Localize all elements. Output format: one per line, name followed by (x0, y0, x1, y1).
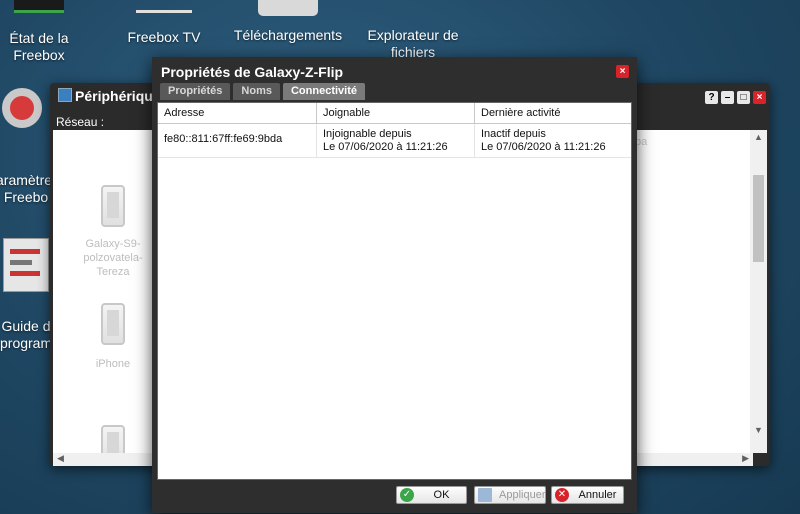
cancel-label: Annuler (578, 489, 617, 501)
reachable-status: Injoignable depuis (323, 128, 412, 140)
tv-icon (136, 0, 192, 13)
minimize-button[interactable]: – (721, 91, 734, 104)
scroll-left-icon[interactable]: ◀ (57, 453, 64, 464)
tab-properties[interactable]: Propriétés (160, 83, 231, 100)
column-header-address[interactable]: Adresse (158, 103, 317, 124)
close-window-button[interactable]: × (753, 91, 766, 104)
network-icon (58, 88, 72, 102)
table-header-row: Adresse Joignable Dernière activité (158, 103, 631, 124)
dialog-footer: ✓ OK Appliquer ✕ Annuler (152, 479, 637, 513)
phone-icon (101, 185, 125, 227)
scrollbar-thumb[interactable] (753, 175, 764, 262)
connectivity-panel: Adresse Joignable Dernière activité fe80… (157, 102, 632, 480)
desktop-icon-label: Explorateur de fichiers (367, 27, 459, 60)
device-item-galaxy-s9[interactable]: Galaxy-S9-polzovatela-Tereza (63, 185, 163, 279)
hard-drive-icon (258, 0, 318, 16)
tab-names[interactable]: Noms (233, 83, 280, 100)
desktop-icon-tv-guide[interactable]: Guide d programm (0, 238, 52, 352)
help-button[interactable]: ? (705, 91, 718, 104)
activity-date: Le 07/06/2020 à 11:21:26 (481, 141, 606, 153)
desktop-icon-label: aramètres Freebo (0, 172, 56, 205)
desktop-icon-freebox-tv[interactable]: Freebox TV (118, 0, 210, 46)
device-name: Galaxy-S9-polzovatela-Tereza (83, 238, 143, 278)
scroll-down-icon[interactable]: ▼ (750, 425, 767, 435)
properties-dialog: Propriétés de Galaxy-Z-Flip × Propriétés… (152, 57, 637, 513)
check-icon: ✓ (400, 488, 414, 502)
dialog-close-button[interactable]: × (616, 65, 629, 78)
cell-reachable: Injoignable depuis Le 07/06/2020 à 11:21… (316, 123, 475, 158)
cell-last-activity: Inactif depuis Le 07/06/2020 à 11:21:26 (474, 123, 631, 158)
phone-icon (101, 303, 125, 345)
connectivity-table: Adresse Joignable Dernière activité fe80… (158, 103, 631, 158)
address-value: fe80::811:67ff:fe69:9bda (164, 133, 283, 145)
column-header-reachable[interactable]: Joignable (316, 103, 475, 124)
gear-icon (2, 88, 42, 128)
desktop-icon-label: Guide d programm (0, 318, 52, 351)
window-controls: ? – □ × (705, 91, 766, 104)
tab-connectivity[interactable]: Connectivité (282, 83, 365, 100)
scroll-right-icon[interactable]: ▶ (742, 453, 749, 464)
device-item-iphone[interactable]: iPhone (63, 303, 163, 371)
desktop-icon-label: Téléchargements (233, 27, 343, 43)
apply-button[interactable]: Appliquer (474, 486, 546, 504)
dialog-tabs: Propriétés Noms Connectivité (160, 83, 365, 100)
freebox-status-icon (14, 0, 64, 13)
device-item-3[interactable] (63, 425, 163, 453)
save-icon (478, 488, 492, 502)
desktop-icon-settings[interactable]: aramètres Freebo (0, 88, 56, 206)
device-name: iPhone (95, 358, 131, 370)
tv-guide-icon (3, 238, 49, 292)
dialog-title: Propriétés de Galaxy-Z-Flip (161, 64, 344, 80)
ok-button[interactable]: ✓ OK (396, 486, 467, 504)
desktop-icon-freebox-status[interactable]: État de la Freebox (0, 0, 78, 64)
desktop-icon-file-explorer[interactable]: Explorateur de fichiers (362, 0, 464, 61)
column-header-last-activity[interactable]: Dernière activité (474, 103, 631, 124)
maximize-button[interactable]: □ (737, 91, 750, 104)
desktop-icon-label: État de la Freebox (9, 30, 69, 63)
desktop-icon-label: Freebox TV (127, 29, 201, 45)
phone-icon (101, 425, 125, 453)
cancel-icon: ✕ (555, 488, 569, 502)
apply-label: Appliquer (499, 489, 546, 501)
scroll-up-icon[interactable]: ▲ (750, 132, 767, 142)
ok-label: OK (433, 489, 450, 501)
reachable-date: Le 07/06/2020 à 11:21:26 (323, 141, 448, 153)
desktop-icon-downloads[interactable]: Téléchargements (232, 0, 344, 44)
cancel-button[interactable]: ✕ Annuler (551, 486, 624, 504)
folder-icon (393, 0, 433, 8)
activity-status: Inactif depuis (481, 128, 546, 140)
cell-address: fe80::811:67ff:fe69:9bda (158, 123, 317, 158)
vertical-scrollbar[interactable]: ▲ ▼ (750, 130, 767, 453)
table-row[interactable]: fe80::811:67ff:fe69:9bda Injoignable dep… (158, 123, 631, 158)
